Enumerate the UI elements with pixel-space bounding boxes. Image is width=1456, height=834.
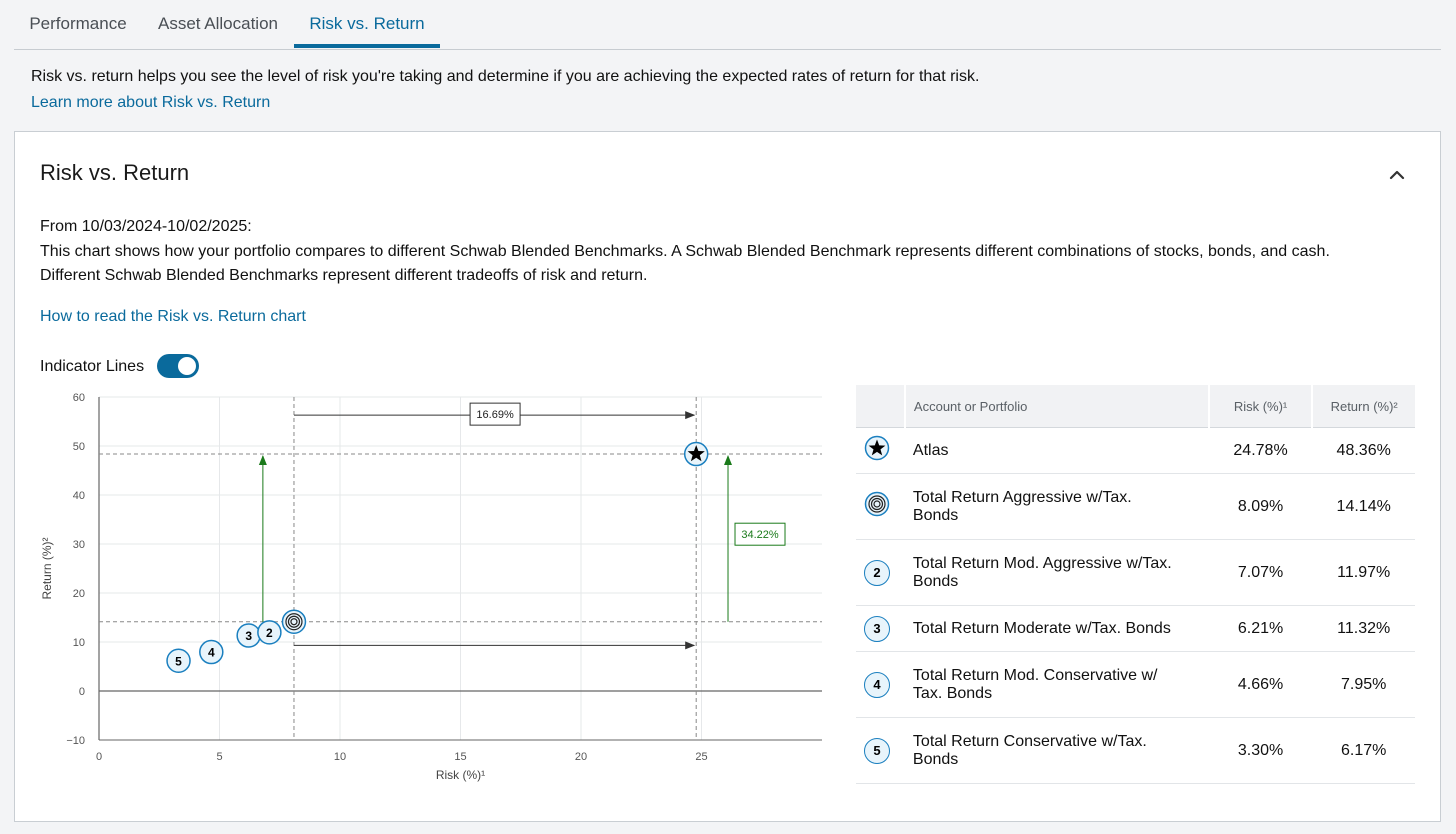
- table-row: Atlas 24.78% 48.36%: [856, 427, 1415, 474]
- row-risk-value: 7.07%: [1208, 539, 1313, 606]
- data-point-number: 5: [175, 654, 182, 668]
- y-axis-label: Return (%)²: [40, 537, 54, 599]
- risk-return-chart: 0 5 10 15 20 25−100102030405060Risk (%)¹Retur…: [40, 392, 822, 782]
- x-tick-label: 0: [96, 751, 102, 763]
- header-icon-col: [856, 385, 906, 428]
- row-account-name: Total Return Moderate w/Tax. Bonds: [904, 605, 1209, 652]
- account-name-line: Bonds: [912, 750, 959, 768]
- data-point-number: 4: [208, 646, 215, 660]
- y-tick-label: 30: [73, 539, 85, 551]
- account-name-line: Total Return Moderate w/Tax. Bonds: [912, 619, 1171, 637]
- x-tick-label: 5: [216, 751, 222, 763]
- x-tick-label: 25: [695, 751, 707, 763]
- intro-text: Risk vs. return helps you see the level …: [31, 68, 980, 85]
- y-tick-label: 10: [73, 637, 85, 649]
- row-risk-value: 24.78%: [1208, 427, 1313, 474]
- header-risk: Risk (%)¹: [1208, 385, 1314, 428]
- table-header-row: Account or Portfolio Risk (%)¹ Return (%…: [856, 385, 1415, 428]
- x-tick-label: 20: [575, 751, 587, 763]
- row-account-name: Total Return Mod. Aggressive w/Tax. Bonds: [904, 539, 1209, 606]
- return-difference-label: 34.22%: [741, 529, 779, 541]
- card-title: Risk vs. Return: [40, 160, 190, 185]
- row-account-name: Total Return Conservative w/Tax. Bonds: [904, 717, 1209, 784]
- row-icon-cell: 2: [856, 539, 905, 606]
- indicator-lines-label: Indicator Lines: [40, 358, 145, 375]
- row-return-value: 7.95%: [1312, 651, 1415, 718]
- row-return-value: 11.32%: [1312, 605, 1415, 652]
- row-return-value: 14.14%: [1312, 473, 1415, 540]
- risk-return-card: Risk vs. Return From 10/03/2024-10/02/20…: [14, 131, 1441, 822]
- table-row: 4 Total Return Mod. Conservative w/Tax. B…: [856, 651, 1415, 718]
- account-name-line: Total Return Conservative w/Tax.: [912, 732, 1147, 750]
- row-icon-cell: 3: [856, 605, 905, 652]
- tab-performance[interactable]: Performance: [14, 0, 142, 48]
- row-icon-cell: 5: [856, 717, 905, 784]
- learn-more-link[interactable]: Learn more about Risk vs. Return: [31, 94, 270, 112]
- star-icon: [864, 435, 890, 465]
- data-point-number: 2: [266, 626, 273, 640]
- risk-difference-label: 16.69%: [476, 409, 514, 421]
- row-icon-cell: [856, 427, 905, 474]
- account-name-line: Bonds: [912, 572, 959, 590]
- description-line-1: This chart shows how your portfolio comp…: [40, 243, 1330, 260]
- account-name-line: Atlas: [912, 441, 949, 459]
- table-row: 5 Total Return Conservative w/Tax. Bonds 3.…: [856, 717, 1415, 784]
- table-row: 3 Total Return Moderate w/Tax. Bonds 6.21%…: [856, 605, 1415, 652]
- row-return-value: 48.36%: [1312, 427, 1415, 474]
- indicator-lines-toggle[interactable]: [157, 354, 199, 378]
- x-axis-label: Risk (%)¹: [436, 768, 485, 782]
- table-row: Total Return Aggressive w/Tax. Bonds 8.09%…: [856, 473, 1415, 540]
- x-tick-label: 15: [454, 751, 466, 763]
- row-risk-value: 4.66%: [1208, 651, 1313, 718]
- row-return-value: 6.17%: [1312, 717, 1415, 784]
- number-5-icon: 5: [864, 737, 890, 764]
- account-name-line: Total Return Mod. Aggressive w/Tax.: [912, 554, 1172, 572]
- row-account-name: Atlas: [904, 427, 1209, 474]
- tab-asset-allocation[interactable]: Asset Allocation: [154, 0, 282, 48]
- y-tick-label: −10: [66, 735, 85, 747]
- target-icon: [864, 491, 890, 521]
- row-return-value: 11.97%: [1312, 539, 1415, 606]
- y-tick-label: 20: [73, 588, 85, 600]
- chevron-up-icon[interactable]: [1383, 160, 1411, 188]
- row-account-name: Total Return Mod. Conservative w/Tax. Bo…: [904, 651, 1209, 718]
- number-4-icon: 4: [864, 671, 890, 698]
- row-icon-cell: [856, 473, 905, 540]
- number-2-icon: 2: [864, 559, 890, 586]
- y-tick-label: 50: [73, 441, 85, 453]
- header-account: Account or Portfolio: [904, 385, 1210, 428]
- row-risk-value: 3.30%: [1208, 717, 1313, 784]
- row-account-name: Total Return Aggressive w/Tax. Bonds: [904, 473, 1209, 540]
- description-line-2: Different Schwab Blended Benchmarks repr…: [40, 267, 648, 284]
- y-tick-label: 40: [73, 490, 85, 502]
- tab-risk-vs-return[interactable]: Risk vs. Return: [294, 0, 440, 48]
- account-name-line: Total Return Mod. Conservative w/: [912, 666, 1158, 684]
- y-tick-label: 60: [73, 392, 85, 404]
- data-point-number: 3: [245, 629, 252, 643]
- account-name-line: Total Return Aggressive w/Tax.: [912, 488, 1132, 506]
- row-icon-cell: 4: [856, 651, 905, 718]
- tab-bar: Performance Asset Allocation Risk vs. Re…: [14, 0, 1441, 50]
- how-to-read-link[interactable]: How to read the Risk vs. Return chart: [40, 308, 306, 326]
- period-text: From 10/03/2024-10/02/2025:: [40, 218, 252, 235]
- table-row: 2 Total Return Mod. Aggressive w/Tax. Bond…: [856, 539, 1415, 606]
- row-risk-value: 6.21%: [1208, 605, 1313, 652]
- header-return: Return (%)²: [1312, 385, 1415, 428]
- y-tick-label: 0: [79, 686, 85, 698]
- toggle-knob: [178, 357, 196, 375]
- row-risk-value: 8.09%: [1208, 473, 1313, 540]
- account-name-line: Tax. Bonds: [912, 684, 993, 702]
- account-name-line: Bonds: [912, 506, 959, 524]
- portfolio-table: Account or Portfolio Risk (%)¹ Return (%…: [856, 385, 1415, 784]
- number-3-icon: 3: [864, 615, 890, 642]
- x-tick-label: 10: [334, 751, 346, 763]
